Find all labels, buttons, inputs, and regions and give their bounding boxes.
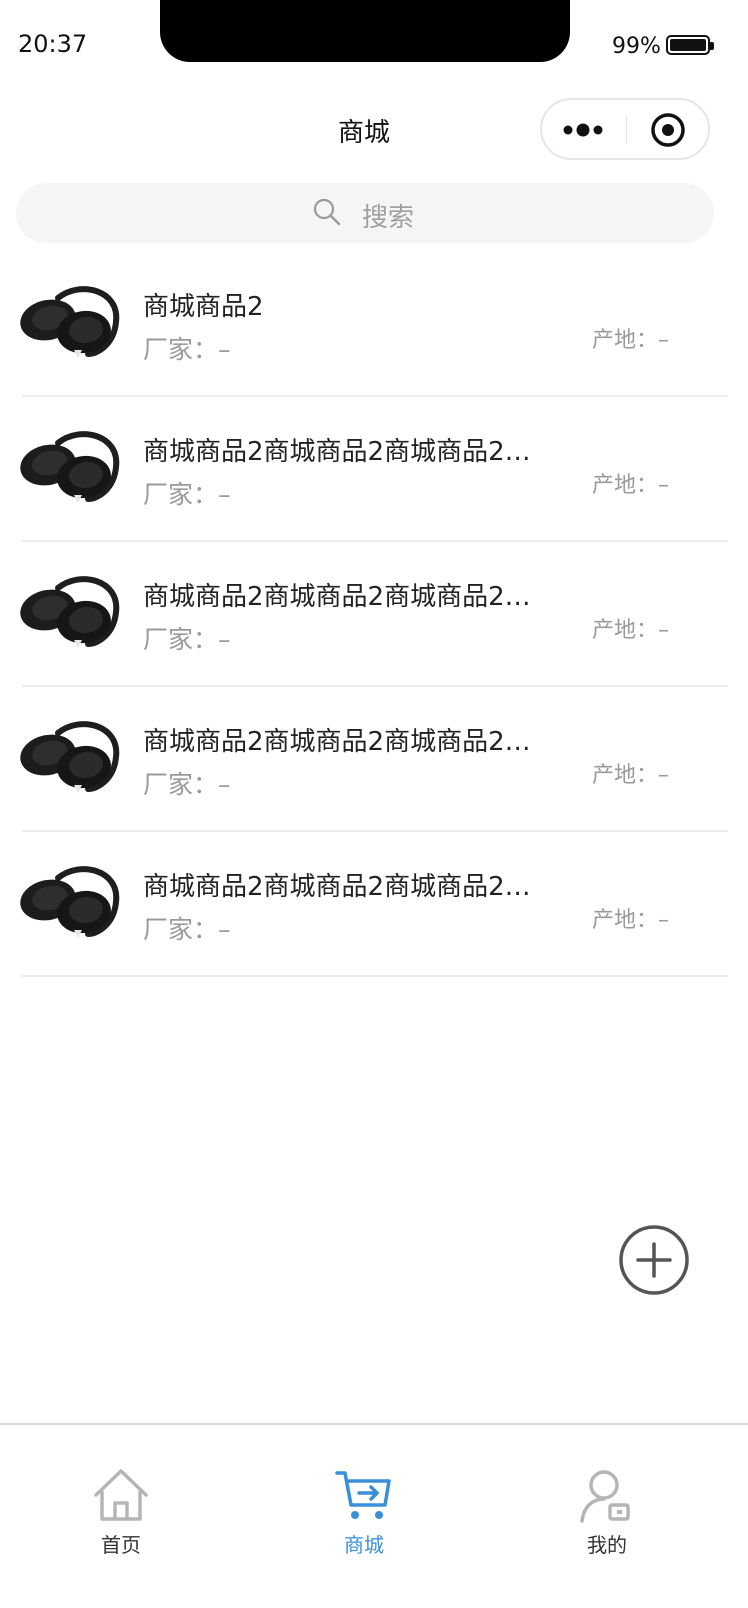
maker-value: – [218, 770, 231, 799]
product-origin: 产地：– [592, 612, 669, 644]
search-icon [313, 198, 341, 226]
product-maker: 厂家：– [143, 475, 231, 511]
maker-label: 厂家： [143, 625, 219, 654]
headphones-thumbnail [20, 866, 120, 938]
product-origin: 产地：– [592, 467, 669, 499]
tab-mall-label: 商城 [344, 1533, 384, 1557]
product-origin: 产地：– [592, 757, 669, 789]
headphones-thumbnail [20, 576, 120, 648]
product-origin: 产地：– [592, 322, 669, 354]
tab-mine[interactable]: 我的 [542, 1465, 672, 1558]
origin-label: 产地： [592, 618, 659, 643]
maker-value: – [218, 480, 231, 509]
product-item[interactable]: 商城商品2商城商品2商城商品2商城商品2 厂家：– 产地：– [0, 397, 748, 542]
product-item[interactable]: 商城商品2 厂家：– 产地：– [0, 252, 748, 397]
headphones-thumbnail [20, 431, 120, 503]
tab-mall[interactable]: 商城 [299, 1465, 429, 1558]
product-maker: 厂家：– [143, 910, 231, 946]
capsule-divider [626, 116, 627, 144]
more-dots-icon[interactable] [562, 118, 606, 142]
maker-label: 厂家： [143, 480, 219, 509]
headphones-thumbnail [20, 721, 120, 793]
battery-percentage: 99% [612, 34, 661, 59]
origin-value: – [658, 908, 670, 933]
maker-label: 厂家： [143, 335, 219, 364]
tab-home-label: 首页 [101, 1533, 141, 1557]
maker-label: 厂家： [143, 770, 219, 799]
product-item[interactable]: 商城商品2商城商品2商城商品2商城商品2 厂家：– 产地：– [0, 542, 748, 687]
product-name: 商城商品2商城商品2商城商品2商城商品2 [143, 437, 548, 467]
origin-label: 产地： [592, 908, 659, 933]
device-notch [160, 0, 570, 62]
mall-screen: 20:37 99% 商城 搜索 商城商品2 厂家：– 产地：– 商城商品2商城商… [0, 0, 748, 1608]
maker-value: – [218, 335, 231, 364]
tab-mine-label: 我的 [587, 1533, 627, 1557]
cart-icon [335, 1471, 391, 1519]
maker-value: – [218, 915, 231, 944]
origin-value: – [658, 473, 670, 498]
origin-label: 产地： [592, 473, 659, 498]
bottom-tab-bar: 首页 商城 我的 [0, 1423, 748, 1608]
row-divider [22, 975, 728, 977]
product-origin: 产地：– [592, 902, 669, 934]
maker-label: 厂家： [143, 915, 219, 944]
battery-icon [666, 35, 714, 55]
search-bar[interactable]: 搜索 [16, 183, 714, 243]
origin-value: – [658, 328, 670, 353]
miniprogram-capsule [540, 98, 710, 160]
product-maker: 厂家：– [143, 765, 231, 801]
add-product-button[interactable] [618, 1224, 690, 1296]
product-list: 商城商品2 厂家：– 产地：– 商城商品2商城商品2商城商品2商城商品2 厂家：… [0, 252, 748, 977]
product-name: 商城商品2商城商品2商城商品2商城商品2 [143, 872, 548, 902]
search-placeholder: 搜索 [362, 203, 415, 233]
record-target-icon[interactable] [650, 112, 686, 148]
origin-label: 产地： [592, 328, 659, 353]
user-icon [580, 1470, 630, 1523]
product-name: 商城商品2商城商品2商城商品2商城商品2 [143, 727, 548, 757]
product-maker: 厂家：– [143, 330, 231, 366]
maker-value: – [218, 625, 231, 654]
product-item[interactable]: 商城商品2商城商品2商城商品2商城商品2 厂家：– 产地：– [0, 832, 748, 977]
tab-home[interactable]: 首页 [56, 1465, 186, 1558]
origin-value: – [658, 618, 670, 643]
product-item[interactable]: 商城商品2商城商品2商城商品2商城商品2 厂家：– 产地：– [0, 687, 748, 832]
product-name: 商城商品2商城商品2商城商品2商城商品2 [143, 582, 548, 612]
home-icon [94, 1469, 148, 1521]
headphones-thumbnail [20, 286, 120, 358]
product-maker: 厂家：– [143, 620, 231, 656]
origin-label: 产地： [592, 763, 659, 788]
product-name: 商城商品2 [143, 292, 264, 322]
origin-value: – [658, 763, 670, 788]
status-time: 20:37 [18, 30, 88, 58]
